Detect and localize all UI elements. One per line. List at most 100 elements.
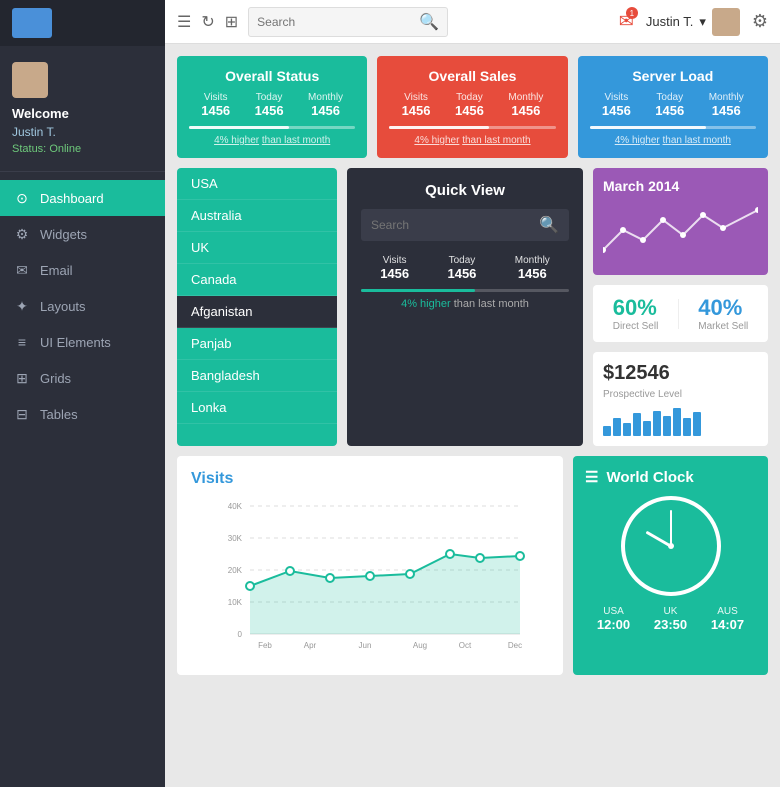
visits-chart: 40K 30K 20K 10K 0 (191, 496, 549, 656)
hamburger-icon[interactable]: ☰ (177, 12, 191, 32)
list-item[interactable]: Canada (177, 264, 337, 296)
topbar-username: Justin T. (646, 14, 693, 29)
list-item[interactable]: Australia (177, 200, 337, 232)
bar (603, 426, 611, 436)
list-item[interactable]: Afganistan (177, 296, 337, 328)
email-icon: ✉ (14, 262, 30, 278)
sidebar-item-email[interactable]: ✉ Email (0, 252, 165, 288)
wc-city-usa: USA (597, 606, 630, 617)
bar (643, 421, 651, 436)
sidebar-item-label: Email (40, 263, 73, 278)
search-box[interactable]: 🔍 (248, 7, 448, 37)
topbar: ☰ ↻ ⊞ 🔍 ✉ 1 Justin T. ▾ ⚙ (165, 0, 780, 44)
welcome-label: Welcome (12, 106, 69, 121)
dashboard: Overall Status Visits 1456 Today 1456 Mo… (165, 44, 780, 787)
wc-city-aus: AUS (711, 606, 744, 617)
list-item[interactable]: Lonka (177, 392, 337, 424)
svg-text:40K: 40K (228, 502, 243, 511)
user-menu[interactable]: Justin T. ▾ (646, 8, 740, 36)
higher-text: 4% higher than last month (189, 135, 355, 146)
quickview-search-box[interactable]: 🔍 (361, 209, 569, 241)
quickview-title: Quick View (361, 182, 569, 199)
search-icon: 🔍 (419, 12, 439, 32)
svg-text:30K: 30K (228, 534, 243, 543)
bar (663, 416, 671, 436)
main-content: ☰ ↻ ⊞ 🔍 ✉ 1 Justin T. ▾ ⚙ Overall Status (165, 0, 780, 787)
svg-text:10K: 10K (228, 598, 243, 607)
gear-icon[interactable]: ⚙ (752, 11, 768, 32)
middle-row: USA Australia UK Canada Afganistan Panja… (177, 168, 768, 446)
sidebar-item-label: Dashboard (40, 191, 104, 206)
user-name: Justin T. (12, 125, 56, 139)
svg-text:Feb: Feb (258, 641, 272, 650)
sidebar-logo (0, 0, 165, 46)
tables-icon: ⊟ (14, 406, 30, 422)
country-card: USA Australia UK Canada Afganistan Panja… (177, 168, 337, 446)
clock-face (621, 496, 721, 596)
sidebar-item-layouts[interactable]: ✦ Layouts (0, 288, 165, 324)
list-item[interactable]: USA (177, 168, 337, 200)
worldclock-title: World Clock (606, 469, 693, 486)
prospective-label: Prospective Level (603, 389, 758, 400)
server-load-values: Visits 1456 Today 1456 Monthly 1456 (590, 92, 756, 118)
country-list: USA Australia UK Canada Afganistan Panja… (177, 168, 337, 424)
stat-cards-row: Overall Status Visits 1456 Today 1456 Mo… (177, 56, 768, 158)
sidebar-nav: ⊙ Dashboard ⚙ Widgets ✉ Email ✦ Layouts … (0, 172, 165, 432)
badge-count: 1 (626, 7, 638, 19)
direct-sell: 60% Direct Sell (613, 295, 659, 332)
list-item[interactable]: UK (177, 232, 337, 264)
direct-label: Direct Sell (613, 321, 659, 332)
market-label: Market Sell (698, 321, 748, 332)
sidebar-item-grids[interactable]: ⊞ Grids (0, 360, 165, 396)
wc-uk: UK 23:50 (654, 606, 687, 632)
mid-right-col: March 2014 (593, 168, 768, 446)
search-input[interactable] (257, 15, 419, 29)
sidebar-item-dashboard[interactable]: ⊙ Dashboard (0, 180, 165, 216)
avatar (12, 62, 48, 98)
minute-hand (670, 510, 672, 546)
status-value: Online (49, 143, 81, 155)
list-item[interactable]: Bangladesh (177, 360, 337, 392)
sidebar-item-tables[interactable]: ⊟ Tables (0, 396, 165, 432)
bar (683, 418, 691, 436)
topbar-right: ✉ 1 Justin T. ▾ ⚙ (619, 8, 768, 36)
march-chart (603, 200, 758, 260)
search-icon: 🔍 (539, 215, 559, 235)
user-status: Status: Online (12, 143, 81, 155)
menu-icon: ☰ (585, 468, 598, 486)
march-card: March 2014 (593, 168, 768, 275)
visits-stat: Visits 1456 (201, 92, 230, 118)
bar (613, 418, 621, 436)
sidebar-item-ui-elements[interactable]: ≡ UI Elements (0, 324, 165, 360)
wc-time-aus: 14:07 (711, 617, 744, 632)
refresh-icon[interactable]: ↻ (201, 12, 214, 32)
svg-text:20K: 20K (228, 566, 243, 575)
march-title: March 2014 (603, 178, 758, 194)
quickview-card: Quick View 🔍 Visits 1456 Today 1456 (347, 168, 583, 446)
list-item[interactable]: Panjab (177, 328, 337, 360)
server-load-card: Server Load Visits 1456 Today 1456 Month… (578, 56, 768, 158)
sidebar-item-widgets[interactable]: ⚙ Widgets (0, 216, 165, 252)
svg-text:Oct: Oct (459, 641, 472, 650)
overall-sales-title: Overall Sales (389, 68, 555, 84)
bar (673, 408, 681, 436)
sidebar-item-label: Grids (40, 371, 71, 386)
visits-card: Visits 40K 30K 20K 10K 0 (177, 456, 563, 675)
notification-badge[interactable]: ✉ 1 (619, 11, 634, 32)
quickview-values: Visits 1456 Today 1456 Monthly 1456 (361, 255, 569, 281)
sidebar-user-info: Welcome Justin T. Status: Online (0, 46, 165, 172)
quickview-search-input[interactable] (371, 218, 533, 232)
ui-elements-icon: ≡ (14, 334, 30, 350)
overall-status-values: Visits 1456 Today 1456 Monthly 1456 (189, 92, 355, 118)
sidebar-item-label: Widgets (40, 227, 87, 242)
grid-icon[interactable]: ⊞ (225, 12, 238, 32)
svg-text:Jun: Jun (359, 641, 372, 650)
today-stat: Today 1456 (255, 92, 284, 118)
prospective-card: $12546 Prospective Level (593, 352, 768, 446)
wc-time-usa: 12:00 (597, 617, 630, 632)
bar (623, 423, 631, 436)
worldclock-header: ☰ World Clock (585, 468, 756, 486)
overall-sales-values: Visits 1456 Today 1456 Monthly 1456 (389, 92, 555, 118)
sidebar-item-label: Layouts (40, 299, 86, 314)
svg-text:0: 0 (238, 630, 243, 639)
